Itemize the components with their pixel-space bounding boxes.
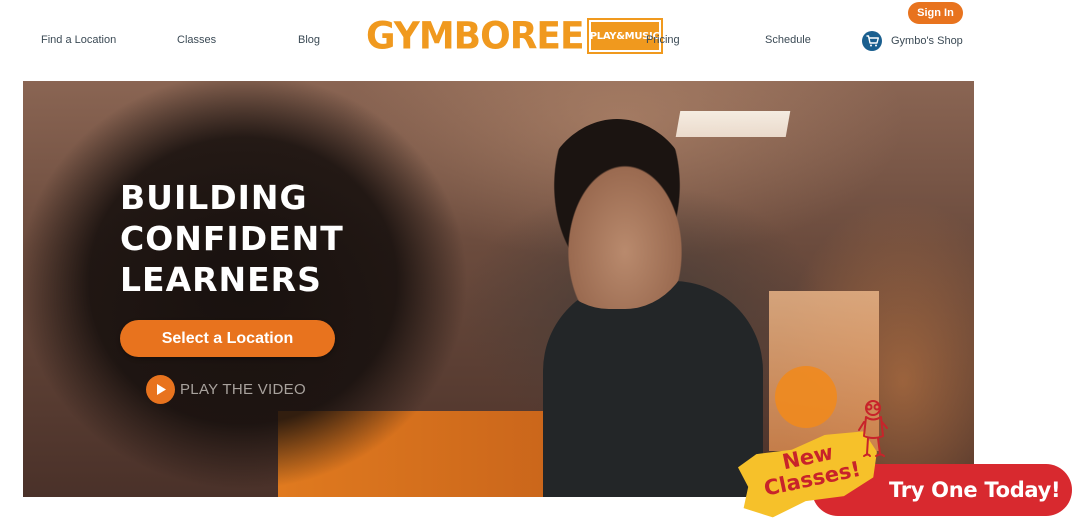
logo-wordmark: GYMBOREE (366, 14, 585, 58)
play-icon (146, 375, 175, 404)
nav-classes[interactable]: Classes (177, 34, 216, 46)
headline-line-2: CONFIDENT (120, 219, 344, 258)
nav-find-a-location[interactable]: Find a Location (41, 34, 116, 46)
play-video-button[interactable]: PLAY THE VIDEO (146, 375, 306, 404)
hero-headline: BUILDING CONFIDENT LEARNERS (120, 177, 344, 300)
hero-child-head (537, 119, 697, 309)
headline-line-3: LEARNERS (120, 260, 322, 299)
gymbos-shop-link[interactable]: Gymbo's Shop (862, 31, 963, 51)
gymbo-mascot-icon (856, 398, 892, 471)
shop-label: Gymbo's Shop (891, 35, 963, 47)
nav-pricing[interactable]: Pricing (646, 34, 680, 46)
nav-schedule[interactable]: Schedule (765, 34, 811, 46)
sign-in-button[interactable]: Sign In (908, 2, 963, 24)
hero-poster-circle (775, 366, 837, 428)
site-header: Find a Location Classes Blog GYMBOREE PL… (0, 0, 1080, 80)
try-one-today-label[interactable]: Try One Today! (889, 478, 1061, 502)
nav-blog[interactable]: Blog (298, 34, 320, 46)
headline-line-1: BUILDING (120, 178, 308, 217)
select-location-button[interactable]: Select a Location (120, 320, 335, 357)
shopping-cart-icon (862, 31, 882, 51)
gymboree-logo[interactable]: GYMBOREE PLAY&MUSIC (366, 14, 663, 58)
hero-ceiling-light (675, 111, 791, 137)
play-video-label: PLAY THE VIDEO (180, 381, 306, 398)
hero-child-body (543, 281, 763, 497)
